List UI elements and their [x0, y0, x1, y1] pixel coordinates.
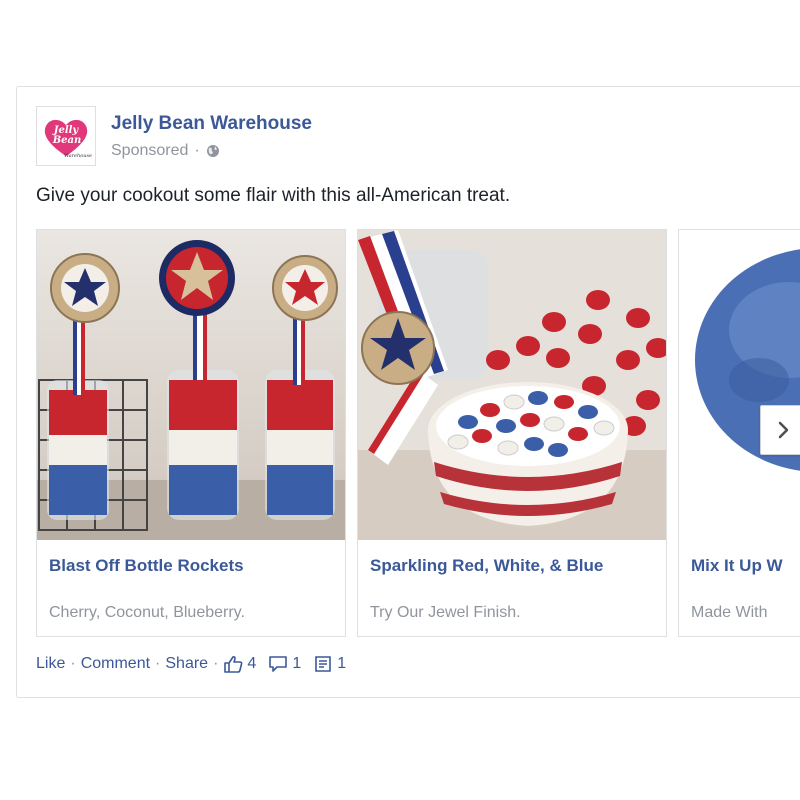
- shares-count-button[interactable]: 1: [313, 655, 358, 673]
- comment-link[interactable]: Comment: [81, 655, 150, 673]
- chevron-right-icon: [778, 421, 789, 439]
- ad-post-card: Jelly Bean Warehouse Jelly Bean Warehous…: [16, 86, 800, 698]
- shares-count: 1: [337, 655, 347, 672]
- sparkling-bowl-photo: [358, 230, 666, 540]
- share-link[interactable]: Share: [165, 655, 208, 673]
- like-link[interactable]: Like: [36, 655, 65, 673]
- card-description: Try Our Jewel Finish.: [370, 604, 521, 621]
- carousel: Blast Off Bottle Rockets Cherry, Coconut…: [36, 229, 800, 637]
- card-image-bottle-rockets[interactable]: [37, 230, 345, 540]
- card-title[interactable]: Mix It Up W: [691, 556, 783, 576]
- card-title[interactable]: Sparkling Red, White, & Blue: [370, 556, 603, 576]
- logo-text-2: Bean: [52, 135, 82, 146]
- likes-count: 4: [247, 655, 257, 672]
- thumbs-up-icon: [224, 655, 243, 673]
- carousel-card-2[interactable]: Sparkling Red, White, & Blue Try Our Jew…: [357, 229, 667, 637]
- globe-icon[interactable]: [206, 144, 220, 158]
- share-icon: [315, 656, 332, 672]
- card-image-sparkling-bowl[interactable]: [358, 230, 666, 540]
- page-name-link[interactable]: Jelly Bean Warehouse: [111, 113, 312, 135]
- carousel-next-button[interactable]: [760, 405, 800, 455]
- sponsored-row: Sponsored ·: [111, 142, 220, 160]
- separator-dot: ·: [194, 142, 200, 159]
- card-description: Cherry, Coconut, Blueberry.: [49, 604, 245, 621]
- card-description: Made With: [691, 604, 768, 621]
- post-actions-bar: Like · Comment · Share · 4 1 1: [36, 655, 358, 673]
- separator-dot: ·: [155, 655, 161, 672]
- bottle-rockets-photo: [37, 230, 345, 540]
- sponsored-label: Sponsored: [111, 142, 189, 159]
- logo-text-3: Warehouse: [64, 153, 92, 159]
- separator-dot: ·: [213, 655, 219, 672]
- card-title[interactable]: Blast Off Bottle Rockets: [49, 556, 244, 576]
- page-logo[interactable]: Jelly Bean Warehouse: [36, 106, 96, 166]
- blue-bean-photo: [679, 230, 800, 540]
- jelly-bean-logo-icon: Jelly Bean Warehouse: [44, 119, 92, 159]
- comments-count: 1: [292, 655, 302, 672]
- separator-dot: ·: [70, 655, 76, 672]
- carousel-card-1[interactable]: Blast Off Bottle Rockets Cherry, Coconut…: [36, 229, 346, 637]
- comment-bubble-icon: [269, 656, 288, 672]
- card-image-mix-it-up[interactable]: [679, 230, 800, 540]
- likes-count-button[interactable]: 4: [223, 655, 268, 673]
- post-text: Give your cookout some flair with this a…: [36, 185, 511, 206]
- comments-count-button[interactable]: 1: [268, 655, 313, 673]
